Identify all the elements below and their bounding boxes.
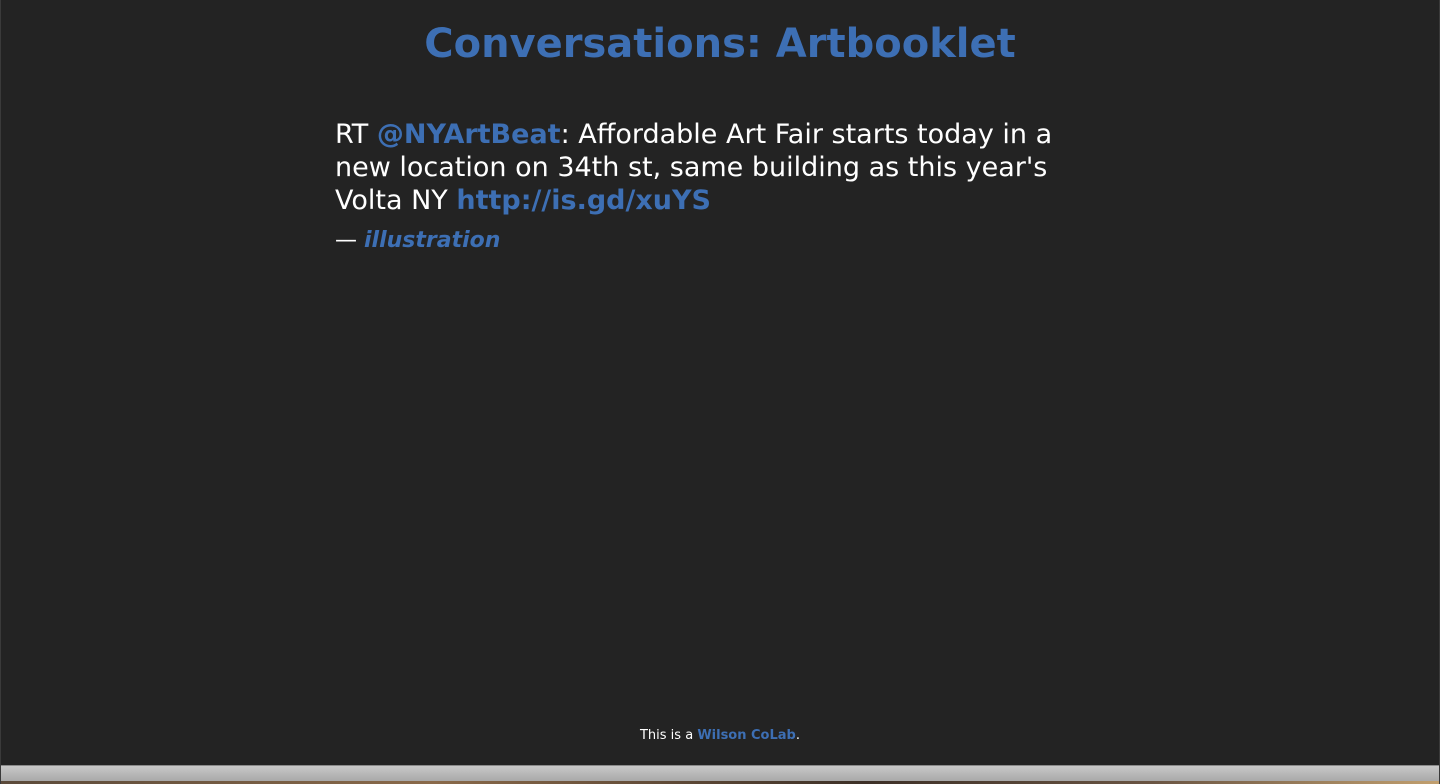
horizontal-scrollbar[interactable] [1,765,1439,781]
page-title: Conversations: Artbooklet [424,21,1016,67]
wilson-colab-link[interactable]: Wilson CoLab [697,728,796,743]
attribution: — illustration [335,226,500,256]
page: Conversations: Artbooklet RT @NYArtBeat:… [0,0,1440,784]
tweet-url-link[interactable]: http://is.gd/xuYS [456,185,711,216]
attribution-dash: — [335,228,364,253]
mention-link[interactable]: @NYArtBeat [377,119,561,150]
footer: This is a Wilson CoLab. [1,727,1439,745]
tweet-prefix: RT [335,119,377,150]
footer-suffix: . [795,728,800,743]
tweet-text: RT @NYArtBeat: Affordable Art Fair start… [335,118,1095,217]
footer-prefix: This is a [639,728,698,743]
author-link[interactable]: illustration [364,228,500,253]
